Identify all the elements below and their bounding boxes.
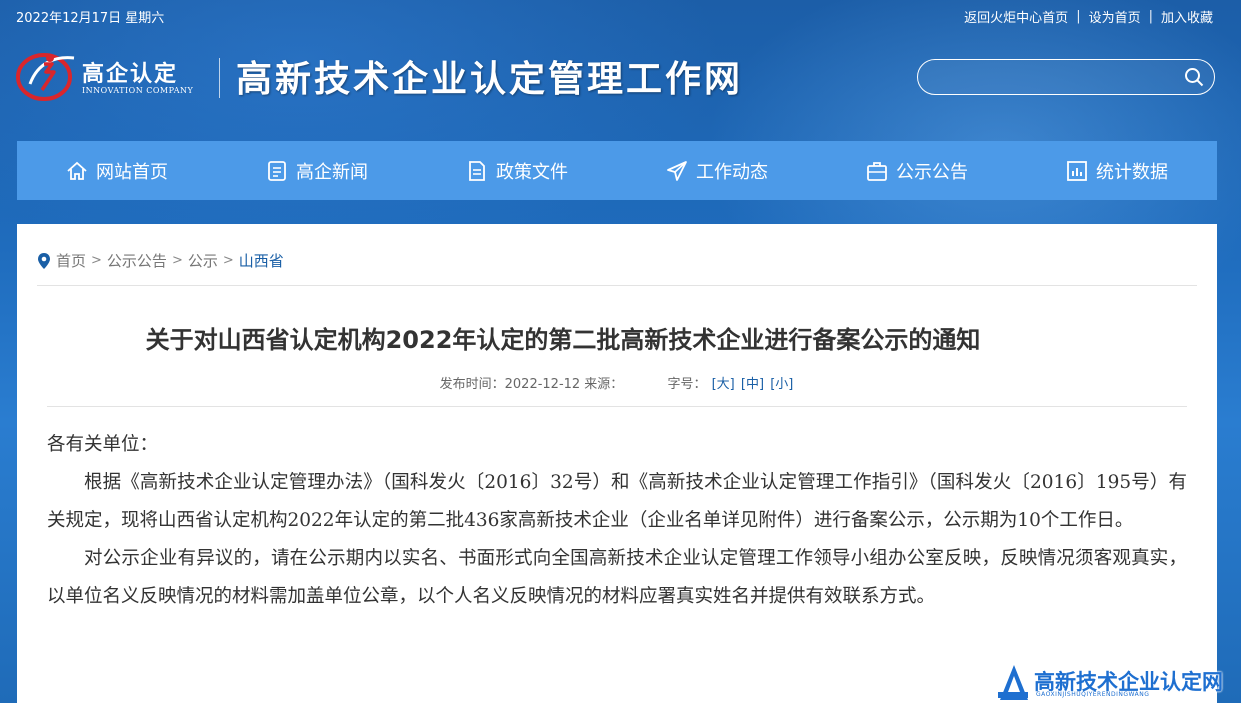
watermark-logo-icon <box>998 665 1028 700</box>
breadcrumb-separator: > <box>171 253 183 268</box>
nav-item-policy[interactable]: 政策文件 <box>466 158 568 184</box>
font-size-large-button[interactable]: [大] <box>712 377 735 392</box>
breadcrumb-separator: > <box>91 253 102 268</box>
breadcrumb-separator: > <box>222 253 234 268</box>
breadcrumb-announcements[interactable]: 公示公告 <box>107 250 167 271</box>
nav-item-announcements[interactable]: 公示公告 <box>866 158 968 184</box>
article-paragraph: 对公示企业有异议的，请在公示期内以实名、书面形式向全国高新技术企业认定管理工作领… <box>47 548 1187 607</box>
nav-item-label: 公示公告 <box>896 161 968 183</box>
nav-item-label: 网站首页 <box>96 161 168 183</box>
breadcrumb-notice[interactable]: 公示 <box>188 250 218 271</box>
briefcase-icon <box>867 161 887 181</box>
font-size-medium-button[interactable]: [中] <box>741 377 764 392</box>
site-logo[interactable]: 高企认定 INNOVATION COMPANY <box>16 44 216 108</box>
nav-item-news[interactable]: 高企新闻 <box>266 158 368 184</box>
current-date: 2022年12月17日 星期六 <box>16 11 165 26</box>
content-card: 首页 > 公示公告 > 公示 > 山西省 关于对山西省认定机构2022年认定的第… <box>17 224 1217 703</box>
home-icon <box>67 161 87 180</box>
font-size-small-button[interactable]: [小] <box>770 377 793 392</box>
breadcrumb-current[interactable]: 山西省 <box>239 250 284 271</box>
nav-item-home[interactable]: 网站首页 <box>66 158 168 184</box>
font-size-controls: 字号： [大] [中] [小] <box>667 377 794 392</box>
main-nav: 网站首页 高企新闻 政策文件 工作动态 公示公告 统计数据 <box>17 141 1217 200</box>
top-links: 返回火炬中心首页 | 设为首页 | 加入收藏 <box>964 7 1213 26</box>
font-size-label: 字号： <box>667 377 707 392</box>
add-favorite-link[interactable]: 加入收藏 <box>1161 7 1213 26</box>
search-box <box>917 59 1215 95</box>
publish-info: 发布时间：2022-12-12 来源： <box>439 377 624 392</box>
logo-divider <box>219 58 220 98</box>
article-meta: 发布时间：2022-12-12 来源： 字号： [大] [中] [小] <box>17 373 1217 392</box>
article-title: 关于对山西省认定机构2022年认定的第二批高新技术企业进行备案公示的通知 <box>145 326 981 354</box>
nav-item-label: 高企新闻 <box>296 161 368 183</box>
breadcrumb-divider <box>37 285 1197 286</box>
site-title: 高新技术企业认定管理工作网 <box>236 58 744 100</box>
site-watermark: 高新技术企业认定网 GAOXINJISHUQIYERENDINGWANG <box>996 662 1241 703</box>
watermark-text-en: GAOXINJISHUQIYERENDINGWANG <box>1036 691 1150 698</box>
nav-item-label: 政策文件 <box>496 161 568 183</box>
nav-item-work-news[interactable]: 工作动态 <box>666 158 768 184</box>
search-input[interactable] <box>932 66 1176 90</box>
meta-divider <box>47 406 1187 407</box>
breadcrumb: 首页 > 公示公告 > 公示 > 山西省 <box>37 250 284 271</box>
search-icon[interactable] <box>1184 67 1204 87</box>
news-icon <box>268 160 286 181</box>
top-bar: 2022年12月17日 星期六 返回火炬中心首页 | 设为首页 | 加入收藏 <box>0 0 1241 30</box>
chart-icon <box>1067 160 1087 181</box>
document-icon <box>469 160 485 181</box>
breadcrumb-home[interactable]: 首页 <box>56 250 86 271</box>
return-torch-center-link[interactable]: 返回火炬中心首页 <box>964 7 1068 26</box>
set-homepage-link[interactable]: 设为首页 <box>1089 7 1141 26</box>
nav-item-statistics[interactable]: 统计数据 <box>1066 158 1168 184</box>
nav-item-label: 工作动态 <box>696 161 768 183</box>
logo-text-en: INNOVATION COMPANY <box>82 86 194 95</box>
article-body: 各有关单位： 根据《高新技术企业认定管理办法》（国科发火〔2016〕32号）和《… <box>47 426 1187 616</box>
location-pin-icon <box>38 252 50 269</box>
link-separator: | <box>1076 9 1081 24</box>
article-salutation: 各有关单位： <box>47 434 159 455</box>
logo-emblem-icon <box>16 53 75 101</box>
paper-plane-icon <box>667 160 687 181</box>
article-paragraph: 根据《高新技术企业认定管理办法》（国科发火〔2016〕32号）和《高新技术企业认… <box>47 472 1187 531</box>
nav-item-label: 统计数据 <box>1096 161 1168 183</box>
logo-text-cn: 高企认定 <box>82 62 179 87</box>
link-separator: | <box>1148 9 1153 24</box>
